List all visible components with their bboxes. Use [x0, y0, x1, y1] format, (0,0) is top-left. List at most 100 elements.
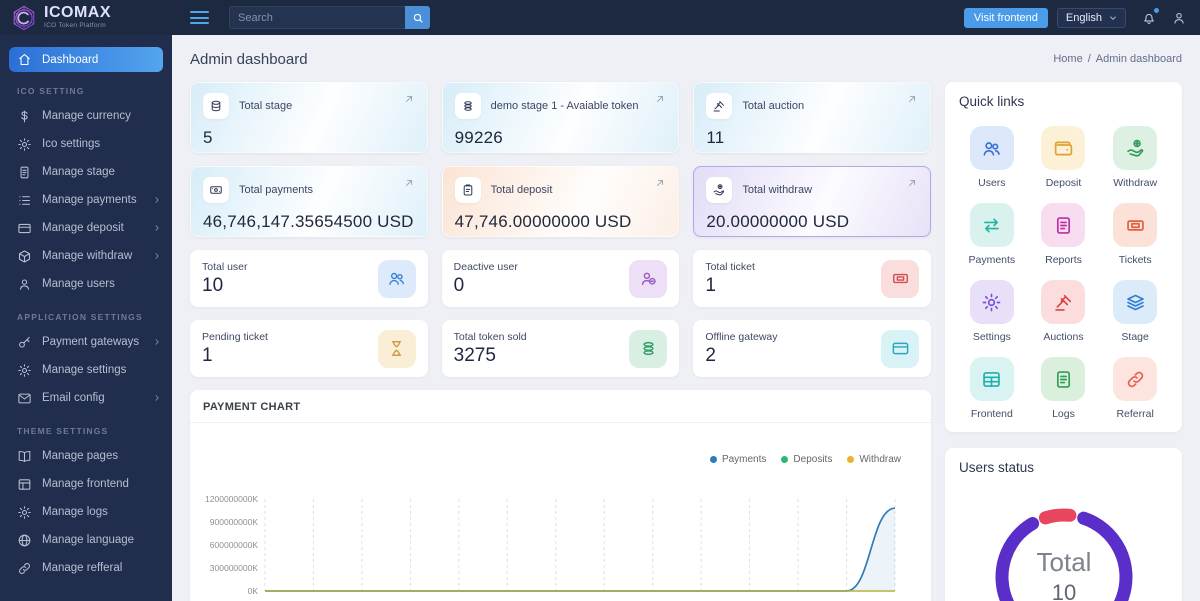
gavel-icon: [1055, 294, 1072, 311]
stat-card-arrow-link[interactable]: [654, 93, 666, 105]
sidebar-item-label: Manage payments: [42, 194, 137, 206]
stat-card-icon-box: [203, 93, 229, 119]
sidebar-item-email-config[interactable]: Email config: [0, 384, 172, 412]
sidebar-item-manage-stage[interactable]: Manage stage: [0, 158, 172, 186]
quick-link-label: Reports: [1045, 254, 1082, 266]
document-icon: [20, 166, 29, 178]
quick-link-label: Frontend: [970, 408, 1013, 420]
legend-label: Payments: [721, 454, 767, 465]
quick-link-icon-tile: [1113, 203, 1158, 247]
sidebar-item-label: Manage currency: [42, 110, 131, 122]
stat-card-arrow-link[interactable]: [403, 177, 415, 189]
stat-card-icon-tile: [629, 259, 668, 298]
quick-link-logs[interactable]: Logs: [1031, 357, 1097, 420]
submenu-expander[interactable]: [152, 393, 162, 403]
stat-card-label: demo stage 1 - Avaiable token: [490, 100, 639, 112]
submenu-expander[interactable]: [152, 337, 162, 347]
card-icon: [892, 342, 908, 355]
sidebar-item-manage-users[interactable]: Manage users: [0, 270, 172, 298]
stat-card-value: 11: [706, 128, 725, 147]
book-icon: [18, 450, 31, 462]
stat-card-row-1: Total stage 5 demo stage 1 - Avaiable toke…: [190, 82, 931, 153]
payment-chart-canvas: 1200000000K 900000000K 600000000K 300000000…: [205, 494, 896, 596]
language-select[interactable]: English: [1056, 7, 1126, 28]
box-icon: [18, 249, 31, 263]
legend-item-withdraw[interactable]: Withdraw: [847, 454, 901, 465]
quick-link-settings[interactable]: Settings: [959, 280, 1025, 343]
stat-card-icon-tile: [881, 259, 919, 298]
stat-card-label: Total withdraw: [742, 184, 813, 196]
stat-card-arrow-link[interactable]: [906, 93, 918, 105]
submenu-expander[interactable]: [152, 223, 162, 233]
sidebar-item-manage-payments[interactable]: Manage payments: [0, 186, 172, 214]
page-title: Admin dashboard: [190, 50, 308, 68]
layers-icon: [1126, 294, 1144, 310]
sidebar-item-manage-language[interactable]: Manage language: [0, 526, 172, 554]
gear-icon: [18, 363, 31, 377]
sidebar-item-label: Email config: [42, 392, 105, 404]
search-box: [229, 6, 430, 29]
stat-card-arrow-link[interactable]: [654, 177, 666, 189]
stat-card-arrow-link[interactable]: [906, 177, 918, 189]
sidebar-item-manage-pages[interactable]: Manage pages: [0, 442, 172, 470]
sidebar-item-manage-logs[interactable]: Manage logs: [0, 498, 172, 526]
stat-card-total-user: Total user 10: [190, 250, 428, 307]
sidebar-item-dashboard[interactable]: Dashboard: [9, 47, 163, 72]
stat-card-arrow-link[interactable]: [403, 93, 415, 105]
stat-card-value: 3275: [453, 344, 496, 366]
users-status-donut: Total 10: [995, 508, 1132, 601]
ticket-icon: [1126, 219, 1144, 231]
quick-link-auctions[interactable]: Auctions: [1031, 280, 1097, 343]
quick-link-payments[interactable]: Payments: [959, 203, 1025, 266]
sidebar-item-manage-currency[interactable]: Manage currency: [0, 102, 172, 130]
chevron-right-icon: [155, 225, 159, 231]
visit-frontend-button[interactable]: Visit frontend: [963, 7, 1048, 28]
menu-toggle-button[interactable]: [186, 7, 213, 28]
quick-link-withdraw[interactable]: Withdraw: [1102, 126, 1168, 189]
notifications-button[interactable]: [1141, 7, 1159, 26]
stat-card-icon-box: [454, 93, 481, 119]
brand-title: ICOMAX: [44, 4, 111, 22]
quick-link-icon-tile: [1113, 126, 1158, 170]
search-button[interactable]: [405, 6, 430, 29]
stat-card-label: Total auction: [742, 100, 805, 112]
sidebar-item-manage-refferal[interactable]: Manage refferal: [0, 554, 172, 582]
quick-link-tickets[interactable]: Tickets: [1102, 203, 1168, 266]
gear-icon: [18, 505, 31, 519]
quick-link-icon-tile: [969, 357, 1014, 401]
quick-link-frontend[interactable]: Frontend: [959, 357, 1025, 420]
sidebar-item-payment-gateways[interactable]: Payment gateways: [0, 328, 172, 356]
sidebar-item-manage-frontend[interactable]: Manage frontend: [0, 470, 172, 498]
quick-link-icon-tile: [1041, 280, 1086, 324]
user-minus-icon: [641, 272, 656, 285]
legend-item-deposits[interactable]: Deposits: [781, 454, 832, 465]
clipboard-icon: [463, 184, 472, 196]
legend-item-payments[interactable]: Payments: [709, 454, 767, 465]
svg-text:Total: Total: [1036, 547, 1091, 577]
quick-link-reports[interactable]: Reports: [1031, 203, 1097, 266]
stat-card-value: 20.00000000 USD: [706, 212, 850, 231]
legend-label: Withdraw: [859, 454, 901, 465]
wallet-icon: [1054, 141, 1073, 155]
users-status-title: Users status: [959, 460, 1035, 475]
submenu-expander[interactable]: [152, 251, 162, 261]
quick-link-deposit[interactable]: Deposit: [1031, 126, 1097, 189]
breadcrumb-home-link[interactable]: Home: [1053, 53, 1082, 65]
stat-card-icon-tile: [629, 329, 668, 368]
quick-links-grid: Users Deposit Withdraw Payments Reports Ticke…: [959, 126, 1168, 420]
quick-link-users[interactable]: Users: [959, 126, 1025, 189]
submenu-expander[interactable]: [152, 195, 162, 205]
profile-button[interactable]: [1171, 10, 1187, 26]
quick-link-icon-tile: [1041, 357, 1086, 401]
sidebar-item-ico-settings[interactable]: Ico settings: [0, 130, 172, 158]
banknote-icon: [210, 186, 222, 194]
sidebar-item-manage-withdraw[interactable]: Manage withdraw: [0, 242, 172, 270]
quick-link-referral[interactable]: Referral: [1102, 357, 1168, 420]
search-input[interactable]: [229, 6, 405, 29]
sidebar-item-manage-deposit[interactable]: Manage deposit: [0, 214, 172, 242]
sidebar-section-application-settings: APPLICATION SETTINGS: [17, 312, 143, 322]
chevron-right-icon: [155, 253, 159, 259]
sidebar-item-manage-settings[interactable]: Manage settings: [0, 356, 172, 384]
quick-link-stage[interactable]: Stage: [1102, 280, 1168, 343]
brand-logo[interactable]: ICOMAX ICO Token Platform: [0, 0, 172, 35]
